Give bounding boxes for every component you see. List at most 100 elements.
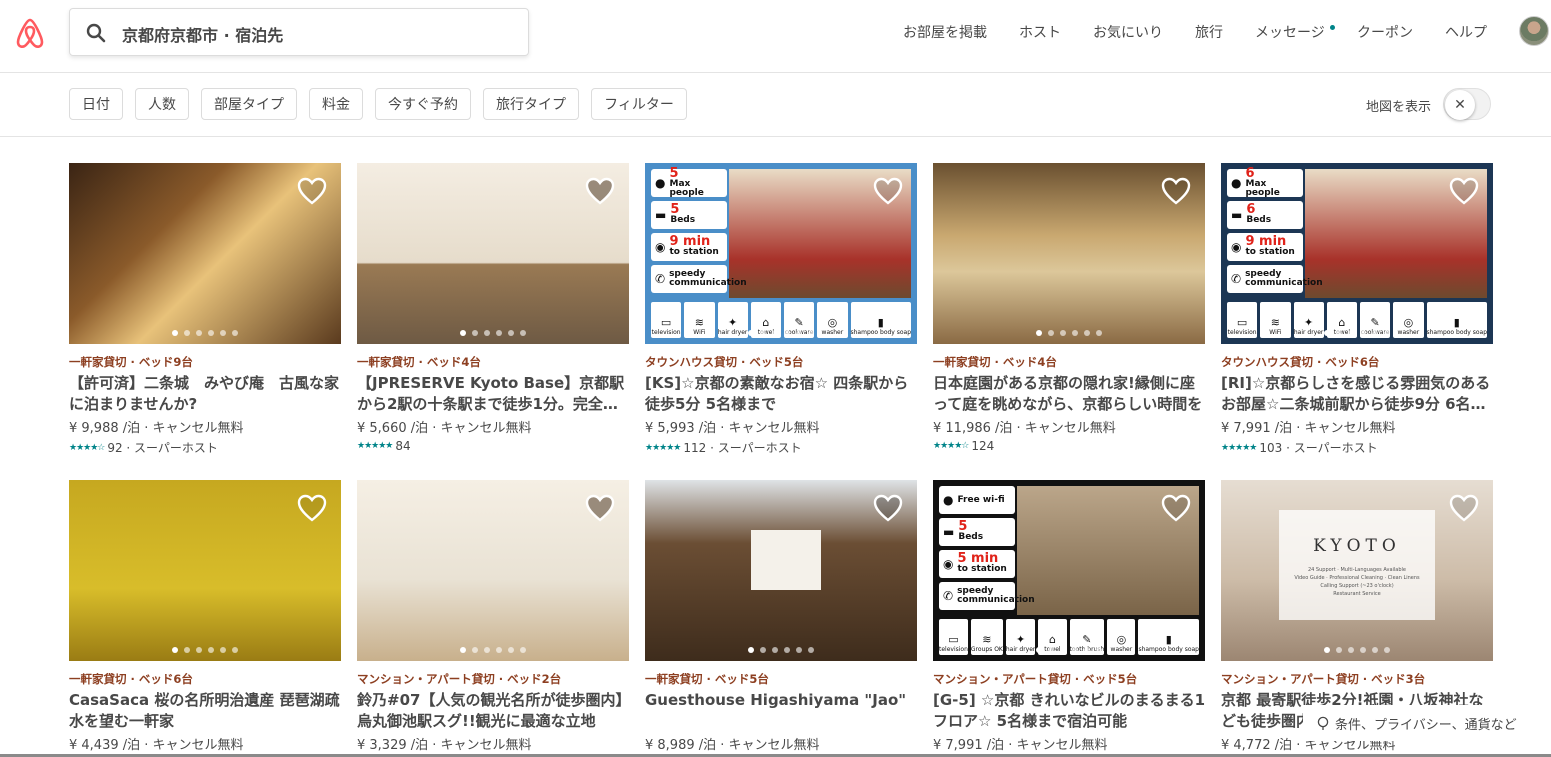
nav-help[interactable]: ヘルプ [1445,22,1487,42]
filter-room-type[interactable]: 部屋タイプ [201,88,297,120]
carousel-dot[interactable] [772,647,778,653]
carousel-dot[interactable] [1384,330,1390,336]
listing-title[interactable]: Guesthouse Higashiyama "Jao" [645,690,917,732]
carousel-dot[interactable] [496,330,502,336]
filter-more[interactable]: フィルター [591,88,687,120]
listing-card[interactable]: 一軒家貸切 · ベッド4台 日本庭園がある京都の隠れ家!縁側に座って庭を眺めながら… [933,163,1205,453]
carousel-dot[interactable] [784,647,790,653]
listing-photo[interactable] [357,163,629,344]
carousel-dot[interactable] [1060,647,1066,653]
carousel-dot[interactable] [1048,330,1054,336]
listing-title[interactable]: 鈴乃#07【人気の観光名所が徒歩圏内】烏丸御池駅スグ!!観光に最適な立地 [357,690,629,732]
listing-photo[interactable] [933,163,1205,344]
carousel-dot[interactable] [460,647,466,653]
carousel-dot[interactable] [1372,330,1378,336]
filter-instant-book[interactable]: 今すぐ予約 [375,88,471,120]
heart-icon[interactable] [1449,494,1479,522]
listing-card[interactable]: ● Free wi-fi ▬ 5 Beds ◉ 5 min to station ✆ speedy… [933,480,1205,753]
carousel-dot[interactable] [1036,647,1042,653]
carousel-dot[interactable] [1072,330,1078,336]
heart-icon[interactable] [297,494,327,522]
carousel-dot[interactable] [1072,647,1078,653]
carousel-dot[interactable] [1348,647,1354,653]
listing-photo[interactable] [69,163,341,344]
carousel-dot[interactable] [796,647,802,653]
carousel-dot[interactable] [748,330,754,336]
filter-price[interactable]: 料金 [309,88,363,120]
listing-photo[interactable]: ● 6 Max people ▬ 6 Beds ◉ 9 min to station ✆ speed… [1221,163,1493,344]
carousel-dot[interactable] [172,647,178,653]
carousel-dot[interactable] [808,647,814,653]
nav-saved[interactable]: お気にいり [1093,22,1163,42]
listing-title[interactable]: CasaSaca 桜の名所明治遺産 琵琶湖疏水を望む一軒家 [69,690,341,732]
carousel-dot[interactable] [1084,330,1090,336]
carousel-dot[interactable] [232,647,238,653]
carousel-dot[interactable] [220,647,226,653]
listing-title[interactable]: 【許可済】二条城 みやび庵 古風な家に泊まりませんか? [69,373,341,415]
carousel-dot[interactable] [1084,647,1090,653]
show-map-toggle[interactable]: ✕ [1443,88,1491,120]
listing-photo[interactable]: ● 5 Max people ▬ 5 Beds ◉ 9 min to station ✆ speed… [645,163,917,344]
carousel-dot[interactable] [484,330,490,336]
carousel-dot[interactable] [232,330,238,336]
listing-photo[interactable] [645,480,917,661]
carousel-dot[interactable] [472,647,478,653]
carousel-dot[interactable] [520,330,526,336]
search-bar[interactable]: 京都府京都市 · 宿泊先 [69,8,529,56]
heart-icon[interactable] [873,177,903,205]
terms-privacy-currency-button[interactable]: 条件、プライバシー、通貨など [1303,705,1551,741]
carousel-dot[interactable] [1324,330,1330,336]
listing-photo[interactable] [357,480,629,661]
heart-icon[interactable] [1161,177,1191,205]
carousel-dot[interactable] [520,647,526,653]
carousel-dot[interactable] [472,330,478,336]
carousel-dot[interactable] [1360,330,1366,336]
nav-messages[interactable]: メッセージ [1255,22,1325,42]
carousel-dot[interactable] [796,330,802,336]
listing-card[interactable]: 一軒家貸切 · ベッド5台 Guesthouse Higashiyama "Jao… [645,480,917,757]
carousel-dot[interactable] [508,647,514,653]
listing-photo[interactable] [69,480,341,661]
carousel-dot[interactable] [1360,647,1366,653]
heart-icon[interactable] [1449,177,1479,205]
carousel-dot[interactable] [1324,647,1330,653]
carousel-dot[interactable] [196,330,202,336]
listing-card[interactable]: ● 5 Max people ▬ 5 Beds ◉ 9 min to station ✆ speed… [645,163,917,456]
listing-card[interactable]: 一軒家貸切 · ベッド9台 【許可済】二条城 みやび庵 古風な家に泊まりませんか?… [69,163,341,456]
nav-host[interactable]: ホスト [1019,22,1061,42]
carousel-dot[interactable] [208,330,214,336]
carousel-dot[interactable] [1336,330,1342,336]
listing-card[interactable]: マンション・アパート貸切 · ベッド2台 鈴乃#07【人気の観光名所が徒歩圏内】烏… [357,480,629,753]
heart-icon[interactable] [1161,494,1191,522]
carousel-dot[interactable] [748,647,754,653]
carousel-dot[interactable] [184,647,190,653]
carousel-dot[interactable] [784,330,790,336]
carousel-dot[interactable] [760,647,766,653]
listing-photo[interactable]: ● Free wi-fi ▬ 5 Beds ◉ 5 min to station ✆ speedy… [933,480,1205,661]
airbnb-logo-icon[interactable] [14,16,46,50]
carousel-dot[interactable] [460,330,466,336]
carousel-dot[interactable] [208,647,214,653]
carousel-dot[interactable] [220,330,226,336]
listing-title[interactable]: [G-5] ☆京都 きれいなビルのまるまる1フロア☆ 5名様まで宿泊可能 [933,690,1205,732]
listing-title[interactable]: [KS]☆京都の素敵なお宿☆ 四条駅から徒歩5分 5名様まで [645,373,917,415]
carousel-dot[interactable] [196,647,202,653]
carousel-dot[interactable] [496,647,502,653]
filter-trip-type[interactable]: 旅行タイプ [483,88,579,120]
carousel-dot[interactable] [1336,647,1342,653]
listing-card[interactable]: 一軒家貸切 · ベッド4台 【JPRESERVE Kyoto Base】京都駅から… [357,163,629,453]
carousel-dot[interactable] [484,647,490,653]
listing-title[interactable]: 【JPRESERVE Kyoto Base】京都駅から2駅の十条駅まで徒歩1分。… [357,373,629,415]
carousel-dot[interactable] [1384,647,1390,653]
carousel-dot[interactable] [1036,330,1042,336]
carousel-dot[interactable] [808,330,814,336]
heart-icon[interactable] [585,494,615,522]
carousel-dot[interactable] [1096,330,1102,336]
nav-coupon[interactable]: クーポン [1357,22,1413,42]
filter-dates[interactable]: 日付 [69,88,123,120]
carousel-dot[interactable] [1372,647,1378,653]
search-input[interactable]: 京都府京都市 · 宿泊先 [122,22,283,46]
nav-trips[interactable]: 旅行 [1195,22,1223,42]
carousel-dot[interactable] [508,330,514,336]
carousel-dot[interactable] [172,330,178,336]
